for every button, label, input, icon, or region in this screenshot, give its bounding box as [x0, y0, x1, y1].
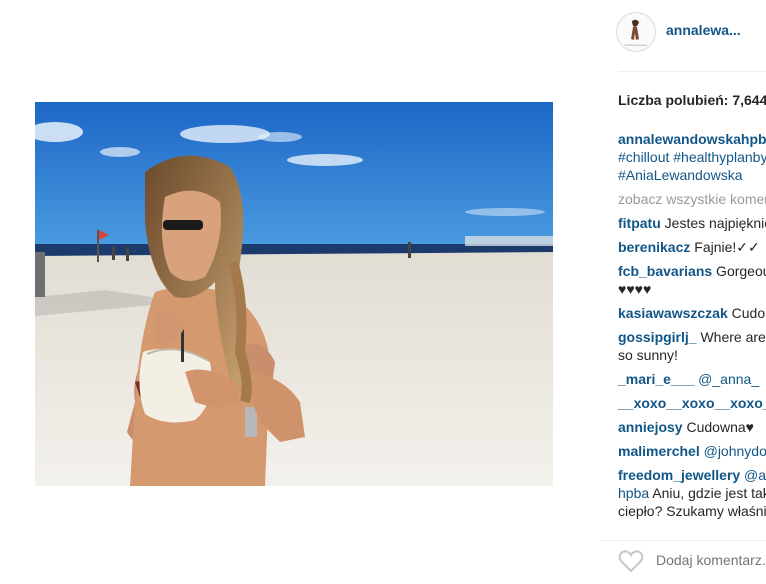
comment-text: Cudo	[727, 305, 766, 321]
comment-user[interactable]: fcb_bavarians	[618, 263, 712, 279]
add-comment-input[interactable]	[656, 552, 766, 568]
comment-text: Fajnie!✓✓	[690, 239, 760, 255]
post-footer	[600, 540, 766, 581]
comment: __xoxo__xoxo__xoxo__	[618, 394, 766, 412]
comment: gossipgirlj_ Where are you?	[618, 328, 766, 346]
avatar[interactable]: healthyplanbyann	[616, 12, 656, 52]
comment-text: Jestes najpiękniejsza	[664, 215, 766, 231]
post-username[interactable]: annalewa...	[666, 22, 741, 38]
caption-hashtag-2[interactable]: #AniaLewandowska	[618, 166, 766, 184]
comment: malimerchel @johnydoe	[618, 442, 766, 460]
header-divider	[618, 71, 766, 72]
comment-user[interactable]: __xoxo__xoxo__xoxo__	[618, 395, 766, 411]
post-sidebar: healthyplanbyann annalewa... Liczba polu…	[600, 0, 766, 584]
post-header: healthyplanbyann annalewa...	[600, 10, 766, 56]
post-photo[interactable]	[35, 102, 553, 486]
comment: freedom_jewellery @annalewandowska	[618, 466, 766, 484]
svg-text:healthyplanbyann: healthyplanbyann	[624, 43, 648, 47]
caption-hashtags[interactable]: #chillout #healthyplanbyann	[618, 148, 766, 166]
comment-text: Gorgeous	[716, 263, 766, 279]
comment-user[interactable]: berenikacz	[618, 239, 690, 255]
comment-text-cont: so sunny!	[618, 347, 678, 363]
comment-user[interactable]: _mari_e___	[618, 371, 694, 387]
comment: fitpatu Jestes najpiękniejsza	[618, 214, 766, 232]
comment-mention-cont[interactable]: hpba	[618, 485, 649, 501]
avatar-logo-icon: healthyplanbyann	[618, 14, 654, 50]
likes-count: Liczba polubień: 7,644	[618, 92, 766, 108]
comment-text: Aniu, gdzie jest tak	[649, 485, 766, 501]
comment-user[interactable]: anniejosy	[618, 419, 683, 435]
comment-text-cont: ♥♥♥♥	[618, 281, 652, 297]
comment-user[interactable]: freedom_jewellery	[618, 467, 740, 483]
comment-user[interactable]: malimerchel	[618, 443, 700, 459]
comment-text-cont: ciepło? Szukamy właśnie	[618, 503, 766, 519]
comment: berenikacz Fajnie!✓✓	[618, 238, 766, 256]
caption: annalewandowskahpba	[618, 130, 766, 148]
comment-text-cont: hpba Aniu, gdzie jest tak	[618, 484, 766, 502]
caption-user[interactable]: annalewandowskahpba	[618, 131, 766, 147]
comment-user[interactable]: fitpatu	[618, 215, 661, 231]
comment-user[interactable]: gossipgirlj_	[618, 329, 697, 345]
comment: kasiawawszczak Cudo	[618, 304, 766, 322]
comment-text: Cudowna♥	[682, 419, 754, 435]
like-heart-icon[interactable]	[618, 549, 644, 573]
comment-user[interactable]: kasiawawszczak	[618, 305, 728, 321]
comment: fcb_bavarians Gorgeous	[618, 262, 766, 280]
comment: _mari_e___ @_anna_	[618, 370, 766, 388]
beach-photo-image	[35, 102, 553, 486]
comment-mention[interactable]: @annalewandowska	[740, 467, 766, 483]
comment-mention[interactable]: @johnydoe	[700, 443, 766, 459]
comment-mention[interactable]: @_anna_	[694, 371, 759, 387]
comment-text: Where are you?	[700, 329, 766, 345]
comment: anniejosy Cudowna♥	[618, 418, 766, 436]
comments-list: annalewandowskahpba #chillout #healthypl…	[618, 130, 766, 520]
photo-area	[0, 0, 588, 584]
view-all-comments-link[interactable]: zobacz wszystkie komentarze	[618, 190, 766, 208]
